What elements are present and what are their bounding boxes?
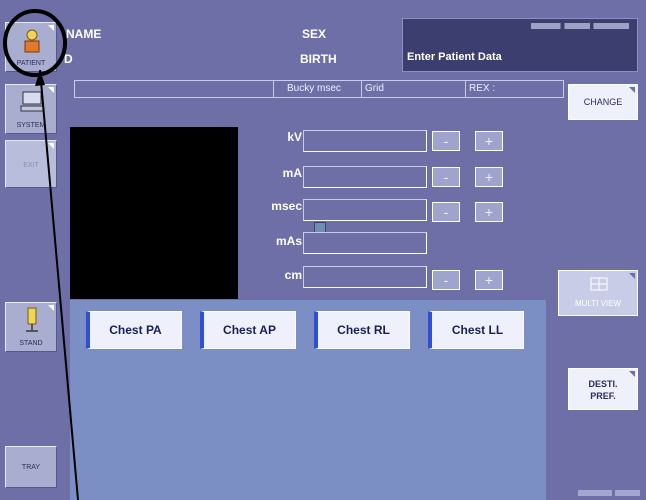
highlight-circle bbox=[3, 9, 67, 77]
annotation-arrow-line bbox=[39, 69, 79, 500]
annotation-overlay bbox=[3, 9, 79, 500]
